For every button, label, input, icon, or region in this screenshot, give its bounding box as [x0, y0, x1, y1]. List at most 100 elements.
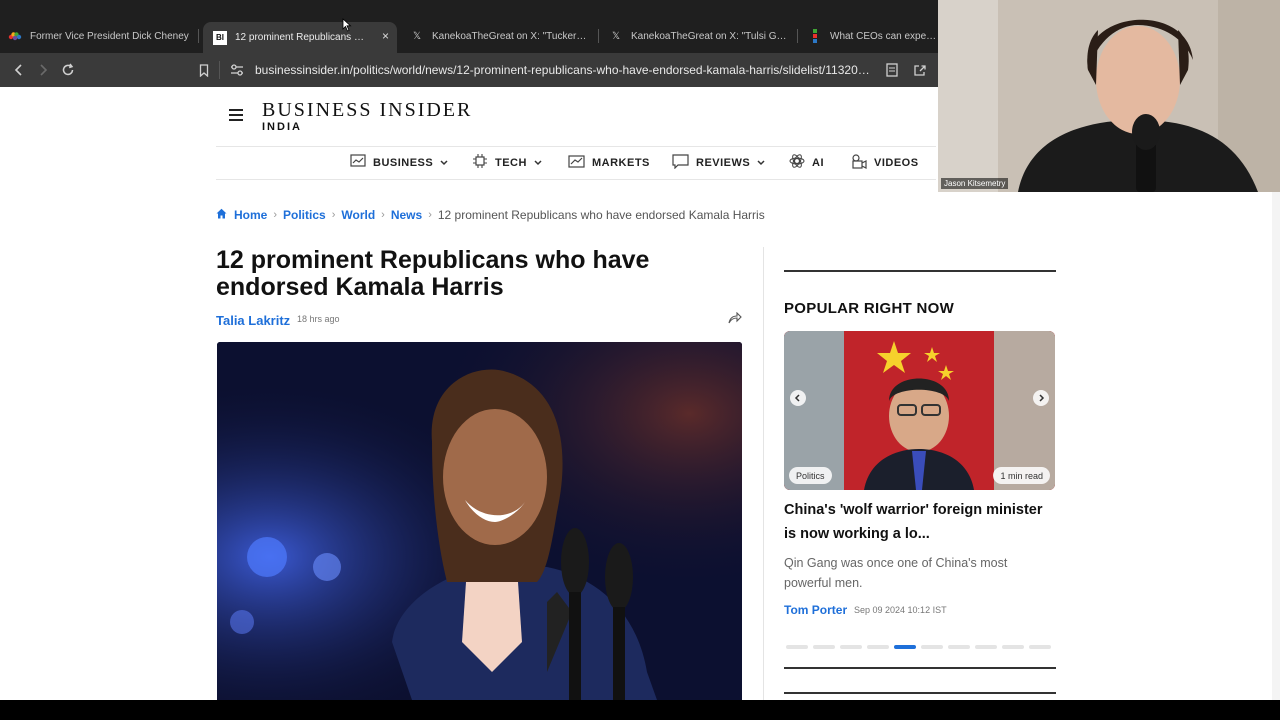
site-settings-button[interactable]: [226, 59, 248, 81]
chevron-right-icon: ›: [381, 209, 385, 221]
breadcrumb-politics[interactable]: Politics: [283, 208, 326, 222]
tab-cheney[interactable]: Former Vice President Dick Cheney: [8, 22, 194, 50]
card-author[interactable]: Tom Porter: [784, 603, 847, 617]
nav-label: BUSINESS: [373, 157, 434, 169]
nav-reviews[interactable]: REVIEWS: [672, 153, 765, 173]
breadcrumb-current: 12 prominent Republicans who have endors…: [437, 208, 765, 222]
nav-tech[interactable]: TECH: [472, 153, 542, 173]
reload-icon: [62, 63, 74, 76]
reader-mode-button[interactable]: [881, 59, 903, 81]
tab-title: KanekoaTheGreat on X: "Tucker Car: [432, 30, 588, 42]
column-divider: [763, 247, 764, 700]
carousel-dot[interactable]: [786, 645, 808, 649]
site-logo[interactable]: BUSINESS INSIDER: [262, 99, 472, 122]
carousel-dot[interactable]: [813, 645, 835, 649]
category-badge[interactable]: Politics: [789, 467, 832, 484]
carousel-prev-button[interactable]: [790, 390, 806, 406]
read-time-badge: 1 min read: [993, 467, 1050, 484]
nav-markets[interactable]: MARKETS: [568, 153, 650, 173]
video-icon: [851, 153, 867, 173]
nav-ai[interactable]: AI: [789, 153, 824, 173]
chip-icon: [472, 153, 488, 173]
site-logo-region: INDIA: [262, 121, 302, 133]
tab-kanekoa-tulsi[interactable]: 𝕏 KanekoaTheGreat on X: "Tulsi Gabba: [609, 22, 791, 50]
carousel-dot[interactable]: [975, 645, 997, 649]
forward-button[interactable]: [32, 59, 54, 81]
x-icon: 𝕏: [611, 30, 621, 42]
chevron-right-icon: [1039, 394, 1045, 402]
screen-bottom-bar: [0, 700, 1280, 720]
back-button[interactable]: [8, 59, 30, 81]
browser-toolbar: businessinsider.in/politics/world/news/1…: [0, 53, 940, 87]
carousel-dot[interactable]: [921, 645, 943, 649]
chevron-left-icon: [794, 394, 800, 402]
address-bar-url[interactable]: businessinsider.in/politics/world/news/1…: [255, 63, 875, 77]
carousel-next-button[interactable]: [1033, 390, 1049, 406]
nav-label: AI: [812, 157, 824, 169]
chevron-down-icon: [440, 158, 448, 168]
tab-title: Former Vice President Dick Cheney: [30, 30, 189, 42]
tab-ceos[interactable]: What CEOs can expect fr: [808, 22, 940, 50]
tab-title: KanekoaTheGreat on X: "Tulsi Gabba: [631, 30, 791, 42]
carousel-indicators: [786, 645, 1056, 649]
chevron-right-icon: ›: [428, 209, 432, 221]
card-title[interactable]: China's 'wolf warrior' foreign minister …: [784, 498, 1056, 546]
chevron-down-icon: [757, 158, 765, 168]
screen: Former Vice President Dick Cheney BI 12 …: [0, 0, 1280, 720]
nav-business[interactable]: BUSINESS: [350, 153, 448, 173]
x-icon: 𝕏: [412, 30, 422, 42]
share-icon: [914, 64, 926, 76]
divider: [784, 270, 1056, 272]
carousel-dot[interactable]: [1029, 645, 1051, 649]
menu-icon[interactable]: [229, 109, 243, 121]
share-icon[interactable]: [728, 311, 742, 328]
chevron-right-icon: ›: [331, 209, 336, 221]
section-title: POPULAR RIGHT NOW: [784, 300, 955, 317]
webcam-overlay: Jason Kitsemetry: [938, 0, 1280, 192]
home-icon[interactable]: [216, 208, 227, 222]
tab-business-insider[interactable]: BI 12 prominent Republicans who ×: [203, 22, 397, 53]
chevron-right-icon: ›: [273, 209, 278, 221]
reload-button[interactable]: [57, 59, 79, 81]
divider: [216, 146, 936, 147]
divider: [216, 179, 936, 180]
reader-icon: [886, 63, 898, 77]
carousel-dot[interactable]: [894, 645, 916, 649]
carousel-dot[interactable]: [948, 645, 970, 649]
card-image[interactable]: Politics 1 min read: [784, 331, 1055, 490]
comment-icon: [672, 153, 689, 173]
author-link[interactable]: Talia Lakritz: [216, 313, 290, 328]
breadcrumb: Home › Politics › World › News › 12 prom…: [216, 208, 765, 222]
tab-separator: [198, 29, 199, 43]
card-date: Sep 09 2024 10:12 IST: [854, 605, 947, 615]
bookmark-button[interactable]: [193, 59, 215, 81]
share-page-button[interactable]: [909, 59, 931, 81]
trend-icon: [568, 154, 585, 172]
breadcrumb-world[interactable]: World: [341, 208, 375, 222]
generic-site-icon: [808, 29, 822, 43]
divider: [784, 667, 1056, 669]
tab-kanekoa-tucker[interactable]: 𝕏 KanekoaTheGreat on X: "Tucker Car: [410, 22, 588, 50]
hero-image: [217, 342, 742, 700]
chart-icon: [350, 154, 366, 172]
carousel-dot[interactable]: [1002, 645, 1024, 649]
card-description: Qin Gang was once one of China's most po…: [784, 556, 1008, 590]
chevron-down-icon: [534, 158, 542, 168]
divider: [784, 692, 1056, 694]
breadcrumb-home[interactable]: Home: [234, 208, 267, 222]
breadcrumb-news[interactable]: News: [391, 208, 422, 222]
nav-videos[interactable]: VIDEOS: [851, 153, 919, 173]
nav-label: REVIEWS: [696, 157, 751, 169]
nav-label: MARKETS: [592, 157, 650, 169]
carousel-dot[interactable]: [867, 645, 889, 649]
carousel-dot[interactable]: [840, 645, 862, 649]
back-arrow-icon: [14, 64, 22, 76]
bookmark-icon: [199, 63, 209, 77]
page-title: 12 prominent Republicans who have endors…: [216, 246, 650, 301]
mouse-cursor-icon: [342, 18, 352, 37]
close-icon[interactable]: ×: [382, 29, 389, 43]
ai-icon: [789, 153, 805, 173]
nbc-peacock-icon: [8, 29, 22, 43]
nav-label: TECH: [495, 157, 527, 169]
tab-title: What CEOs can expect fr: [830, 30, 940, 42]
